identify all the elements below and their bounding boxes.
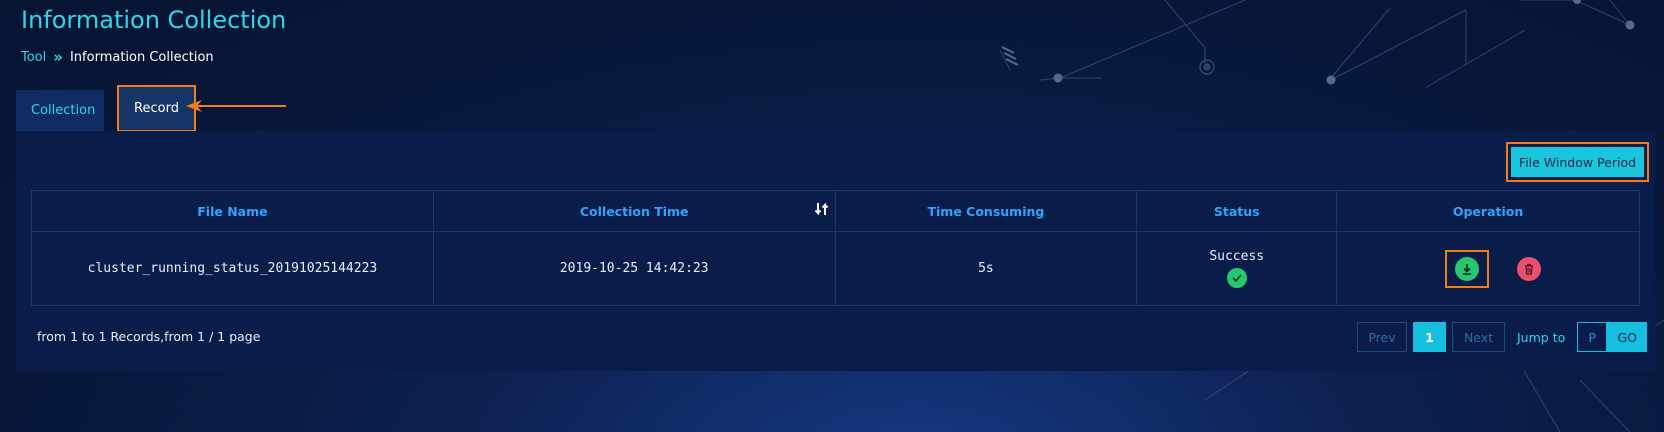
cell-status: Success: [1136, 231, 1338, 306]
next-page-button[interactable]: Next: [1452, 322, 1505, 352]
records-table: File Name Collection Time Time Consuming…: [31, 190, 1640, 306]
status-badge: Success: [1138, 249, 1335, 288]
cell-file-name: cluster_running_status_20191025144223: [31, 231, 434, 306]
table-header-row: File Name Collection Time Time Consuming…: [31, 190, 1640, 232]
breadcrumb: Tool » Information Collection: [21, 48, 214, 66]
download-icon[interactable]: [1455, 256, 1480, 281]
breadcrumb-separator-icon: »: [53, 48, 63, 66]
column-header-operation: Operation: [1336, 190, 1640, 232]
column-header-collection-time[interactable]: Collection Time: [432, 190, 836, 232]
column-header-file-name: File Name: [31, 190, 434, 232]
tab-bar: Collection Record: [16, 85, 196, 132]
column-header-collection-time-label: Collection Time: [579, 203, 689, 219]
prev-page-button[interactable]: Prev: [1357, 322, 1407, 352]
column-header-status: Status: [1136, 190, 1338, 232]
file-window-period-button[interactable]: File Window Period: [1506, 142, 1649, 182]
jump-page-input[interactable]: [1577, 322, 1608, 352]
breadcrumb-link-tool[interactable]: Tool: [21, 50, 46, 65]
tab-record[interactable]: Record: [117, 85, 196, 132]
pagination-summary: from 1 to 1 Records,from 1 / 1 page: [37, 329, 261, 344]
trash-icon[interactable]: [1517, 256, 1542, 281]
jump-to-label: Jump to: [1517, 329, 1566, 345]
download-highlight: [1445, 249, 1490, 288]
table-row: cluster_running_status_20191025144223 20…: [31, 231, 1640, 306]
operation-buttons: [1338, 249, 1638, 288]
page-title: Information Collection: [21, 6, 287, 34]
column-header-time-consuming: Time Consuming: [834, 190, 1138, 232]
page-1-button[interactable]: 1: [1413, 322, 1446, 352]
arrow-left-icon: [186, 100, 286, 112]
breadcrumb-current: Information Collection: [69, 50, 214, 65]
cell-time-consuming: 5s: [834, 231, 1138, 306]
status-text: Success: [1209, 249, 1265, 264]
cell-operation: [1336, 231, 1640, 306]
go-button[interactable]: GO: [1607, 322, 1648, 352]
check-circle-icon: [1226, 268, 1247, 288]
sort-icon[interactable]: [814, 202, 829, 216]
tab-collection[interactable]: Collection: [16, 90, 104, 131]
pagination: Prev 1 Next Jump to GO: [1357, 322, 1648, 352]
cell-collection-time: 2019-10-25 14:42:23: [432, 231, 836, 306]
